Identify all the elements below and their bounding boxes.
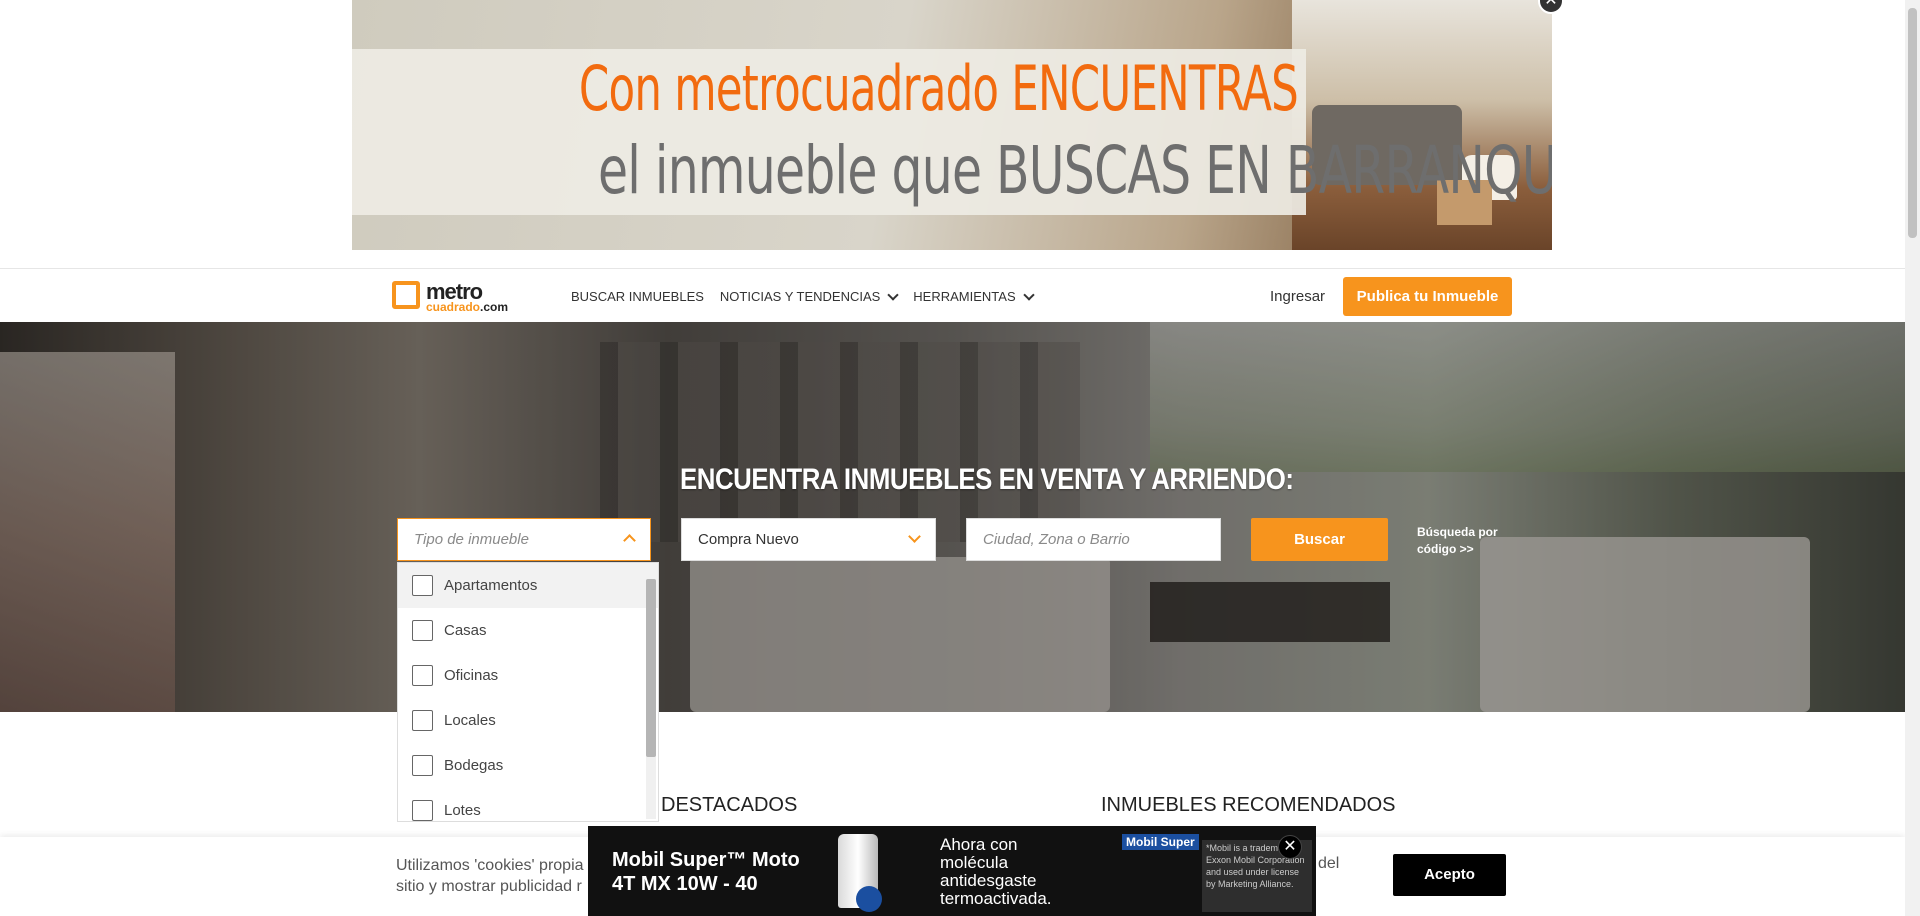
ad-copy-line-4: termoactivada. (940, 889, 1052, 908)
ad-copy-line-3: antidesgaste (940, 871, 1037, 890)
chevron-down-icon (1022, 288, 1035, 301)
publish-property-button[interactable]: Publica tu Inmueble (1343, 277, 1512, 316)
deal-type-select[interactable]: Compra Nuevo (681, 518, 936, 561)
checkbox[interactable] (412, 620, 433, 641)
logo-tld: .com (480, 300, 509, 314)
page: Con metrocuadrado ENCUENTRAS el inmueble… (0, 0, 1920, 916)
bottom-ad-banner[interactable]: Mobil Super™ Moto 4T MX 10W - 40 Ahora c… (588, 826, 1316, 916)
hero-section: ENCUENTRA INMUEBLES EN VENTA Y ARRIENDO:… (0, 322, 1905, 712)
chevron-up-icon (623, 534, 636, 547)
nav-noticias-tendencias[interactable]: NOTICIAS Y TENDENCIAS (719, 288, 899, 304)
checkbox[interactable] (412, 800, 433, 821)
checkbox[interactable] (412, 710, 433, 731)
hero-overlay (0, 322, 1905, 712)
property-type-dropdown: Apartamentos Casas Oficinas Locales Bode… (397, 562, 659, 822)
ad-product-line-1: Mobil Super™ Moto (612, 849, 800, 871)
login-link[interactable]: Ingresar (1270, 288, 1325, 305)
section-title-recomendados: INMUEBLES RECOMENDADOS (1101, 794, 1396, 816)
list-item[interactable]: Apartamentos (398, 563, 658, 608)
ad-close-icon[interactable]: ✕ (1278, 835, 1302, 859)
nav-label: HERRAMIENTAS (913, 289, 1016, 304)
accept-cookies-button[interactable]: Acepto (1393, 854, 1506, 896)
ad-family-photo (1292, 0, 1552, 250)
ad-product-name: Mobil Super™ Moto 4T MX 10W - 40 (612, 848, 800, 896)
list-item[interactable]: Lotes (398, 788, 658, 821)
option-label: Bodegas (444, 757, 504, 774)
checkbox[interactable] (412, 575, 433, 596)
option-label: Apartamentos (444, 577, 538, 594)
option-label: Oficinas (444, 667, 499, 684)
list-item[interactable]: Oficinas (398, 653, 658, 698)
chevron-down-icon (887, 288, 899, 301)
location-input[interactable]: Ciudad, Zona o Barrio (966, 518, 1221, 561)
ad-product-line-2: 4T MX 10W - 40 (612, 873, 758, 895)
deal-type-value: Compra Nuevo (698, 531, 799, 548)
code-search-link[interactable]: Búsqueda por código >> (1417, 524, 1498, 558)
list-item[interactable]: Locales (398, 698, 658, 743)
ad-copy: Ahora con molécula antidesgaste termoact… (940, 836, 1052, 908)
ad-copy-line-1: Ahora con (940, 835, 1018, 854)
search-button[interactable]: Buscar (1251, 518, 1388, 561)
site-header: metro cuadrado.com BUSCAR INMUEBLES NOTI… (0, 268, 1905, 322)
cookie-text-tail: del (1318, 855, 1340, 872)
list-item[interactable]: Casas (398, 608, 658, 653)
section-title-destacados: DESTACADOS (661, 794, 798, 816)
nav-buscar-inmuebles[interactable]: BUSCAR INMUEBLES (571, 289, 704, 304)
ad-headline-1: Con metrocuadrado ENCUENTRAS (578, 52, 1299, 125)
chevron-down-icon (908, 530, 921, 543)
nav-herramientas[interactable]: HERRAMIENTAS (913, 288, 1035, 304)
option-label: Casas (444, 622, 487, 639)
page-scrollbar-thumb[interactable] (1908, 8, 1917, 238)
checkbox[interactable] (412, 665, 433, 686)
option-label: Locales (444, 712, 496, 729)
dropdown-scrollbar-thumb[interactable] (646, 579, 656, 757)
list-item[interactable]: Bodegas (398, 743, 658, 788)
ad-copy-line-2: molécula (940, 853, 1009, 872)
property-type-placeholder: Tipo de inmueble (414, 531, 529, 548)
option-label: Lotes (444, 802, 481, 819)
location-placeholder: Ciudad, Zona o Barrio (983, 531, 1130, 548)
logo-sub: cuadrado.com (426, 300, 508, 314)
hero-title: ENCUENTRA INMUEBLES EN VENTA Y ARRIENDO: (680, 463, 1294, 496)
property-type-select[interactable]: Tipo de inmueble (397, 518, 651, 561)
ad-headline-2: el inmueble que BUSCAS EN BARRANQUILLA (597, 132, 1552, 209)
top-ad-banner[interactable]: Con metrocuadrado ENCUENTRAS el inmueble… (352, 0, 1552, 250)
site-logo[interactable]: metro cuadrado.com (392, 279, 522, 317)
oil-badge-icon (856, 886, 882, 912)
logo-sub-text: cuadrado (426, 300, 481, 314)
checkbox[interactable] (412, 755, 433, 776)
mobil-brand-logo: Mobil Super (1122, 834, 1199, 850)
nav-label: BUSCAR INMUEBLES (571, 289, 704, 304)
code-search-line-1: Búsqueda por (1417, 525, 1498, 539)
logo-square-icon (392, 281, 420, 309)
code-search-line-2: código >> (1417, 542, 1474, 556)
nav-label: NOTICIAS Y TENDENCIAS (719, 289, 881, 304)
main-nav: BUSCAR INMUEBLES NOTICIAS Y TENDENCIAS H… (571, 288, 1035, 304)
